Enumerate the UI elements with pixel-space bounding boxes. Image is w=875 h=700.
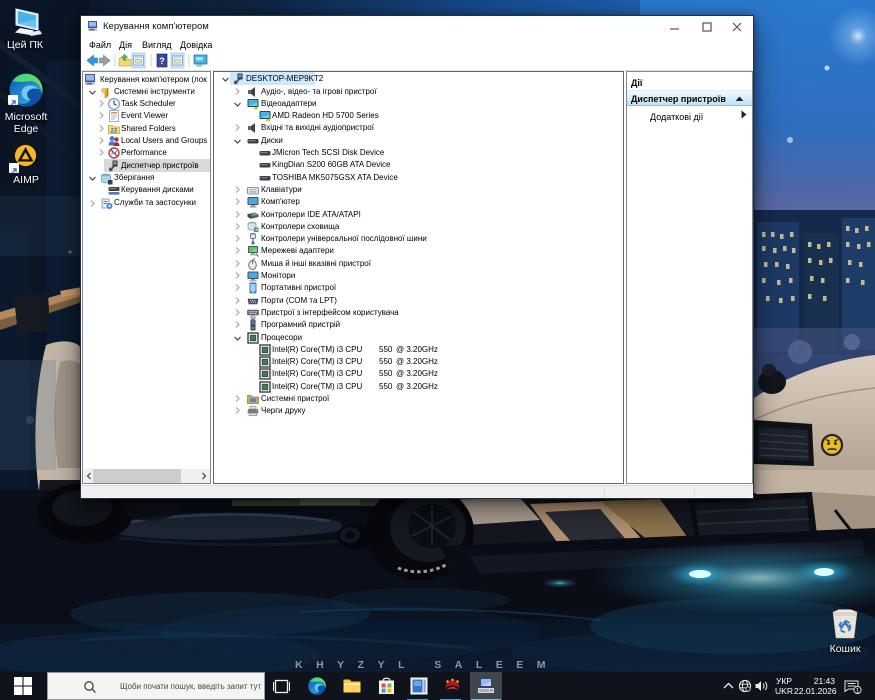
svg-text:KHYZYL SALEEM: KHYZYL SALEEM xyxy=(295,659,559,671)
svg-text:1: 1 xyxy=(856,687,860,694)
svg-text:22: 22 xyxy=(111,129,118,135)
svg-text:?: ? xyxy=(159,56,165,66)
